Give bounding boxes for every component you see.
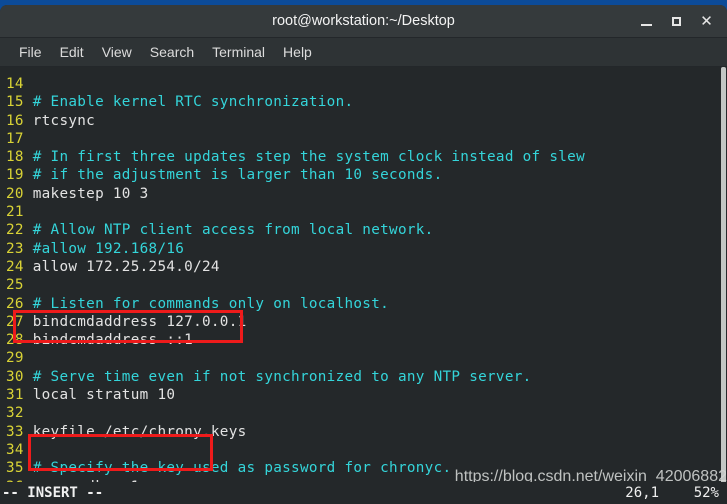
- line-number: 21: [6, 204, 24, 221]
- line-text: allow 172.25.254.0/24: [23, 258, 220, 275]
- line-number: 17: [6, 130, 24, 147]
- line-text: # Allow NTP client access from local net…: [23, 222, 434, 239]
- line-number: 32: [6, 405, 24, 422]
- menu-item-file[interactable]: File: [10, 41, 51, 63]
- editor-line[interactable]: 32: [0, 404, 717, 422]
- editor-line[interactable]: 22 # Allow NTP client access from local …: [0, 221, 717, 239]
- terminal-window: root@workstation:~/Desktop ✕ File Edit V…: [0, 5, 727, 504]
- editor-line[interactable]: 29: [0, 349, 717, 367]
- line-text: [24, 76, 33, 92]
- editor-line[interactable]: 27 bindcmdaddress 127.0.0.1: [0, 313, 717, 331]
- line-text: makestep 10 3: [23, 185, 149, 202]
- editor-line[interactable]: 19 # if the adjustment is larger than 10…: [0, 166, 717, 184]
- line-number: 15: [6, 94, 24, 111]
- maximize-icon[interactable]: [668, 13, 685, 30]
- editor-line[interactable]: 16 rtcsync: [0, 112, 717, 130]
- line-text: [24, 277, 33, 293]
- line-number: 35: [6, 460, 24, 477]
- line-number: 34: [6, 441, 24, 458]
- editor-line[interactable]: 14: [0, 75, 717, 93]
- desktop-background: root@workstation:~/Desktop ✕ File Edit V…: [0, 0, 727, 504]
- line-text: # Listen for commands only on localhost.: [23, 295, 390, 312]
- menu-item-search[interactable]: Search: [141, 41, 203, 63]
- editor-line[interactable]: 15 # Enable kernel RTC synchronization.: [0, 93, 717, 111]
- line-text: # Serve time even if not synchronized to…: [23, 368, 532, 385]
- maximize-glyph: [672, 17, 681, 26]
- line-text: # Enable kernel RTC synchronization.: [23, 94, 354, 111]
- line-number: 29: [6, 350, 24, 367]
- line-text: # Specify the key used as password for c…: [23, 460, 452, 477]
- minimize-icon[interactable]: [638, 13, 655, 30]
- line-number: 14: [6, 76, 24, 92]
- vim-buffer[interactable]: 14 15 # Enable kernel RTC synchronizatio…: [0, 75, 717, 496]
- line-number: 16: [6, 112, 24, 129]
- close-icon[interactable]: ✕: [698, 13, 715, 30]
- terminal-content[interactable]: 14 15 # Enable kernel RTC synchronizatio…: [0, 67, 727, 504]
- line-number: 19: [6, 167, 24, 184]
- line-text: rtcsync: [23, 112, 96, 129]
- line-number: 27: [6, 313, 24, 330]
- editor-line[interactable]: 17: [0, 130, 717, 148]
- minimize-glyph: [641, 24, 652, 26]
- line-number: 26: [6, 295, 24, 312]
- line-number: 20: [6, 185, 24, 202]
- line-text: [24, 204, 33, 220]
- window-title: root@workstation:~/Desktop: [272, 13, 455, 29]
- line-number: 22: [6, 222, 24, 239]
- editor-line[interactable]: 33 keyfile /etc/chrony.keys: [0, 423, 717, 441]
- editor-line[interactable]: 23 #allow 192.168/16: [0, 240, 717, 258]
- scrollbar-thumb[interactable]: [721, 67, 726, 504]
- editor-line[interactable]: 30 # Serve time even if not synchronized…: [0, 368, 717, 386]
- editor-line[interactable]: 26 # Listen for commands only on localho…: [0, 295, 717, 313]
- menubar: File Edit View Search Terminal Help: [0, 38, 727, 67]
- scrollbar[interactable]: [718, 67, 727, 504]
- line-text: [24, 442, 33, 458]
- line-number: 31: [6, 387, 24, 404]
- line-text: # In first three updates step the system…: [23, 149, 585, 166]
- menu-item-help[interactable]: Help: [274, 41, 321, 63]
- editor-line[interactable]: 28 bindcmdaddress ::1: [0, 331, 717, 349]
- vim-mode-indicator: -- INSERT --: [2, 485, 104, 501]
- window-titlebar[interactable]: root@workstation:~/Desktop ✕: [0, 5, 727, 38]
- vim-statusline: -- INSERT -- 26,1 52%: [0, 482, 727, 504]
- vim-cursor-position: 26,1: [625, 485, 659, 501]
- menu-item-edit[interactable]: Edit: [51, 41, 93, 63]
- editor-line[interactable]: 20 makestep 10 3: [0, 185, 717, 203]
- line-text: [24, 350, 33, 366]
- line-number: 33: [6, 423, 24, 440]
- line-text: [24, 405, 33, 421]
- editor-line[interactable]: 31 local stratum 10: [0, 386, 717, 404]
- line-number: 24: [6, 258, 24, 275]
- line-text: #allow 192.168/16: [23, 240, 185, 257]
- editor-line[interactable]: 24 allow 172.25.254.0/24: [0, 258, 717, 276]
- line-text: keyfile /etc/chrony.keys: [23, 423, 247, 440]
- menu-item-terminal[interactable]: Terminal: [203, 41, 274, 63]
- line-text: # if the adjustment is larger than 10 se…: [23, 167, 443, 184]
- line-number: 18: [6, 149, 24, 166]
- editor-line[interactable]: 21: [0, 203, 717, 221]
- vim-scroll-percent: 52%: [693, 485, 719, 501]
- line-text: bindcmdaddress ::1: [23, 332, 194, 349]
- editor-line[interactable]: 25: [0, 276, 717, 294]
- line-text: local stratum 10: [23, 387, 176, 404]
- line-text: [24, 131, 33, 147]
- line-number: 23: [6, 240, 24, 257]
- editor-line[interactable]: 18 # In first three updates step the sys…: [0, 148, 717, 166]
- menu-item-view[interactable]: View: [93, 41, 141, 63]
- editor-line[interactable]: 34: [0, 441, 717, 459]
- line-number: 30: [6, 368, 24, 385]
- line-text: bindcmdaddress 127.0.0.1: [23, 313, 247, 330]
- line-number: 25: [6, 277, 24, 294]
- line-number: 28: [6, 332, 24, 349]
